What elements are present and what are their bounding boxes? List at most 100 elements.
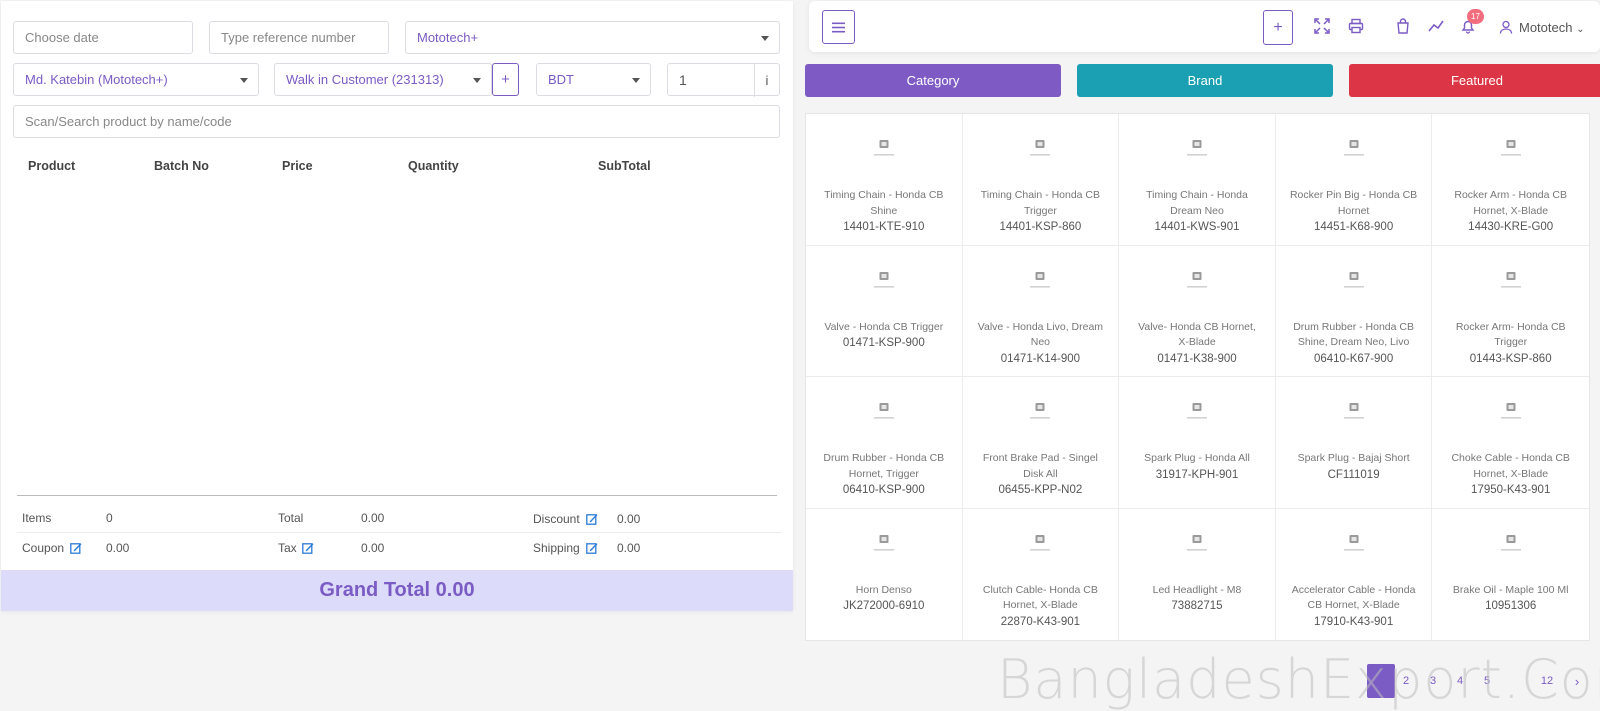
product-card[interactable]: Choke Cable - Honda CB Hornet, X-Blade 17… [1432,377,1589,509]
product-card[interactable]: Valve- Honda CB Hornet, X-Blade 01471-K38… [1119,245,1276,377]
info-button[interactable]: i [754,64,779,97]
product-code: 14451-K68-900 [1313,221,1394,233]
product-name: Rocker Arm - Honda CB Hornet, X-Blade 144… [1446,188,1575,236]
edit-shipping-icon[interactable] [586,542,598,554]
product-code: 14401-KTE-910 [843,221,925,233]
date-input[interactable]: Choose date [13,21,193,54]
product-image-icon [1343,403,1364,419]
product-card[interactable]: Led Headlight - M8 73882715 [1119,508,1276,640]
product-image-icon [1343,140,1364,156]
product-name: Front Brake Pad - Singel Disk All 06455-K… [977,451,1105,499]
header-product: Product [28,159,76,173]
header-price: Price [282,159,313,173]
product-card[interactable]: Horn Denso JK272000-6910 [806,508,963,640]
product-card[interactable]: Timing Chain - Honda Dream Neo 14401-KWS-… [1119,114,1276,246]
product-code: 14401-KSP-860 [999,221,1082,233]
product-name: Rocker Pin Big - Honda CB Hornet 14451-K6… [1290,188,1418,236]
product-card[interactable]: Spark Plug - Honda All 31917-KPH-901 [1119,377,1276,509]
product-card[interactable]: Clutch Cable- Honda CB Hornet, X-Blade 22… [963,508,1120,640]
product-image-icon [1500,403,1521,419]
product-card[interactable]: Valve - Honda CB Trigger 01471-KSP-900 [806,245,963,377]
reference-input[interactable]: Type reference number [209,21,389,54]
product-title: Brake Oil - Maple 100 Ml [1452,583,1569,596]
product-name: Valve - Honda CB Trigger 01471-KSP-900 [820,320,948,352]
product-card[interactable]: Timing Chain - Honda CB Shine 14401-KTE-9… [806,114,963,246]
printer-icon[interactable] [1348,18,1364,34]
trend-chart-icon[interactable] [1428,18,1444,34]
product-card[interactable]: Brake Oil - Maple 100 Ml 10951306 [1432,509,1589,641]
product-name: Drum Rubber - Honda CB Shine, Dream Neo,… [1290,320,1418,368]
currency-select[interactable]: BDT [536,63,651,96]
customer-select[interactable]: Walk in Customer (231313) [274,63,492,96]
product-image-icon [1500,271,1521,288]
menu-toggle-button[interactable] [822,10,855,44]
top-bar: + 17 Mototech ⌄ [809,1,1600,52]
reference-placeholder: Type reference number [221,30,356,45]
product-title: Rocker Arm- Honda CB Trigger [1455,320,1566,349]
product-name: Drum Rubber - Honda CB Hornet, Trigger 06… [820,451,948,499]
product-code: 31917-KPH-901 [1155,468,1239,481]
biller-select[interactable]: Md. Katebin (Mototech+) [13,63,259,96]
brand-tab[interactable]: Brand [1077,64,1333,97]
edit-coupon-icon[interactable] [70,542,82,554]
product-card[interactable]: Valve - Honda Livo, Dream Neo 01471-K14-9… [962,245,1120,377]
user-icon[interactable] [1499,20,1513,34]
add-customer-button[interactable]: + [492,63,519,96]
quantity-value: 1 [679,71,687,88]
product-card[interactable]: Timing Chain - Honda CB Trigger 14401-KSP… [962,114,1120,246]
product-card[interactable]: Accelerator Cable - Honda CB Hornet, X-B… [1276,508,1433,640]
product-card[interactable]: Rocker Pin Big - Honda CB Hornet 14451-K6… [1275,114,1433,246]
chevron-down-icon [473,78,481,83]
product-title: Valve - Honda Livo, Dream Neo [977,320,1104,349]
product-name: Spark Plug - Bajaj Short CF111019 [1290,451,1418,483]
product-card[interactable]: Spark Plug - Bajaj Short CF111019 [1275,377,1433,509]
product-card[interactable]: Drum Rubber - Honda CB Shine, Dream Neo,… [1275,245,1433,377]
user-menu[interactable]: Mototech ⌄ [1519,20,1585,35]
shipping-label: Shipping [533,541,580,555]
biller-value: Md. Katebin (Mototech+) [25,72,168,87]
product-card[interactable]: Drum Rubber - Honda CB Hornet, Trigger 06… [806,377,963,509]
shopping-bag-icon[interactable] [1395,18,1411,34]
edit-discount-icon[interactable] [586,513,598,525]
pos-form-panel: Choose date Type reference number Motote… [1,1,793,611]
product-card[interactable]: Front Brake Pad - Singel Disk All 06455-K… [962,377,1120,509]
product-code: CF111019 [1327,468,1380,481]
product-name: Accelerator Cable - Honda CB Hornet, X-B… [1290,583,1418,631]
category-tab[interactable]: Category [805,64,1061,97]
coupon-label: Coupon [22,541,65,555]
product-name: Timing Chain - Honda CB Shine 14401-KTE-9… [820,188,948,236]
edit-tax-icon[interactable] [302,542,314,554]
product-name: Valve- Honda CB Hornet, X-Blade 01471-K38… [1133,320,1261,368]
currency-value: BDT [548,72,574,87]
chevron-down-icon [240,78,248,83]
product-title: Timing Chain - Honda CB Trigger [980,189,1101,217]
warehouse-value: Mototech+ [417,30,479,45]
shipping-value: 0.00 [617,541,641,555]
product-name: Choke Cable - Honda CB Hornet, X-Blade 17… [1446,451,1575,499]
header-batch-no: Batch No [154,159,209,173]
product-name: Horn Denso JK272000-6910 [820,583,948,615]
add-button[interactable]: + [1263,10,1293,45]
product-title: Rocker Pin Big - Honda CB Hornet [1289,189,1418,217]
items-value: 0 [106,511,113,525]
fullscreen-icon[interactable] [1314,18,1330,34]
product-image-icon [1186,403,1207,419]
featured-tab[interactable]: Featured [1349,64,1600,97]
customer-value: Walk in Customer (231313) [286,72,444,87]
quantity-input[interactable]: 1 i [667,63,780,97]
product-card[interactable]: Rocker Arm - Honda CB Hornet, X-Blade 144… [1432,114,1589,246]
coupon-value: 0.00 [106,541,130,555]
summary-divider [17,532,782,533]
product-search-input[interactable]: Scan/Search product by name/code [13,105,780,138]
product-code: 06455-KPP-N02 [998,484,1083,496]
product-image-icon [873,403,894,419]
items-label: Items [22,511,52,525]
product-code: 22870-K43-901 [1000,615,1081,628]
product-title: Front Brake Pad - Singel Disk All [982,452,1098,480]
table-divider [17,495,777,496]
discount-value: 0.00 [617,512,641,526]
warehouse-select[interactable]: Mototech+ [405,21,780,54]
discount-label: Discount [533,512,580,526]
product-image-icon [1030,534,1051,551]
product-card[interactable]: Rocker Arm- Honda CB Trigger 01443-KSP-86… [1432,246,1589,377]
